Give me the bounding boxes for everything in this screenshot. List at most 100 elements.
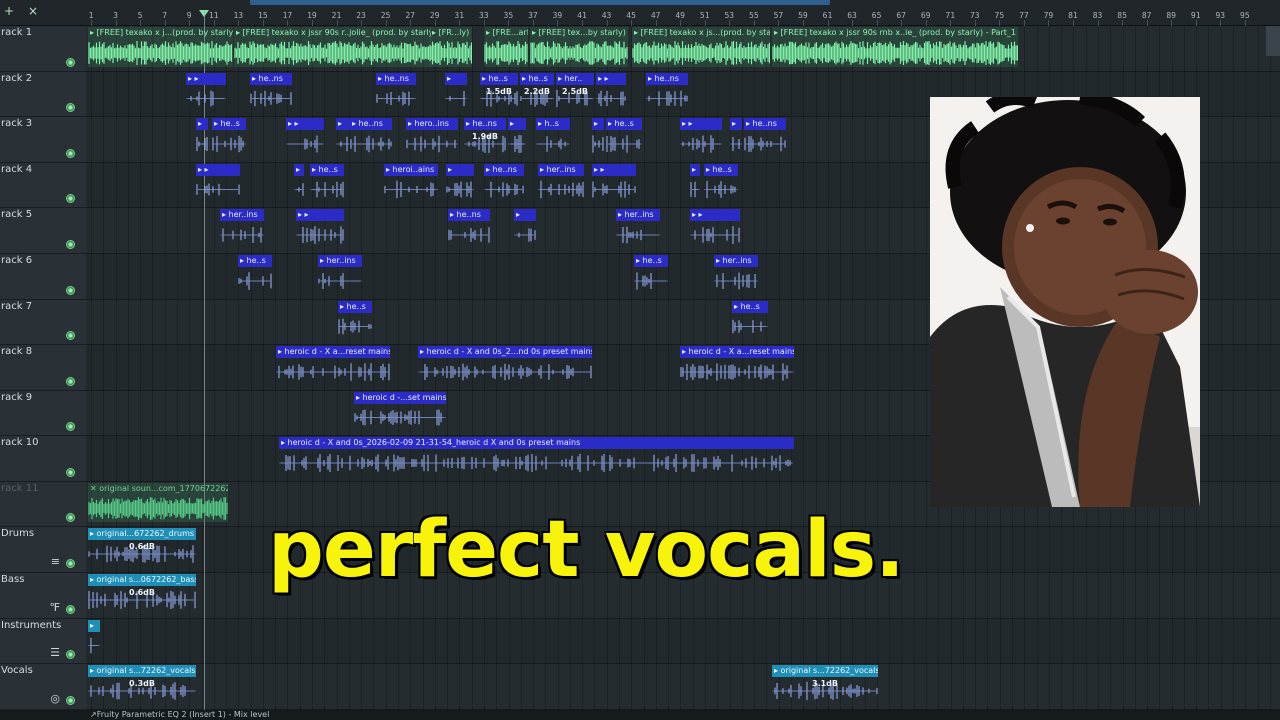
track-header[interactable]: rack 3: [0, 117, 86, 163]
audio-clip[interactable]: ✕ original soun...com_1770672262: [88, 483, 228, 522]
bass-clef-icon[interactable]: ℉: [50, 601, 60, 614]
clip-label[interactable]: ▸ [FREE] texako x js...(prod. by starly): [632, 27, 770, 39]
audio-clip[interactable]: ▸ he..ns: [646, 73, 688, 112]
audio-clip[interactable]: ▸ ▸: [286, 118, 324, 158]
clip-label[interactable]: ▸ her..ins: [616, 209, 660, 221]
clip-label[interactable]: ▸: [446, 164, 474, 176]
audio-clip[interactable]: ▸ ▸: [296, 209, 344, 249]
clip-label[interactable]: ▸: [294, 164, 304, 176]
audio-clip[interactable]: ▸ he..s: [634, 255, 668, 295]
audio-clip[interactable]: ▸ her..ins: [538, 164, 584, 203]
audio-clip[interactable]: ▸ [FREE] texako x jssr 90s rnb x..ie_ (p…: [772, 27, 1018, 67]
clip-label[interactable]: ▸ he..ns: [376, 73, 416, 85]
clip-label[interactable]: ▸: [508, 118, 526, 130]
clip-label[interactable]: ▸ hero..ins: [406, 118, 458, 130]
track-name[interactable]: rack 9: [1, 392, 32, 403]
clip-label[interactable]: ▸ heroi..ains: [384, 164, 438, 176]
track-name[interactable]: Bass: [1, 574, 24, 585]
audio-clip[interactable]: ▸ [FRE...arly): [484, 27, 528, 67]
audio-clip[interactable]: ▸: [508, 118, 526, 158]
track-name[interactable]: rack 11: [1, 483, 38, 494]
track-name[interactable]: rack 7: [1, 301, 32, 312]
track-mute-led[interactable]: [66, 422, 75, 431]
clip-label[interactable]: ▸ ▸: [286, 118, 324, 130]
clip-label[interactable]: ✕ original soun...com_1770672262: [88, 483, 228, 495]
track-mute-led[interactable]: [66, 559, 75, 568]
clip-label[interactable]: ▸ heroic d - X a...reset mains: [276, 346, 390, 358]
audio-clip[interactable]: ▸ ▸: [690, 209, 740, 249]
audio-clip[interactable]: ▸ ▸: [186, 73, 226, 112]
clip-label[interactable]: ▸ [FREE] texako x jssr 90s r..jolie_ (pr…: [234, 27, 431, 39]
track-mute-led[interactable]: [66, 468, 75, 477]
audio-clip[interactable]: ▸ original s...72262_vocals 0.3dB: [88, 665, 196, 705]
audio-clip[interactable]: ▸ he..ns: [484, 164, 524, 203]
audio-clip[interactable]: ▸ [FREE] texako x jssr 90s r..jolie_ (pr…: [234, 27, 431, 67]
timeline-ruler[interactable]: + × 1 3 5 7 9 11 13 15 17 19 21 23 25 27 29 31 33 35 37 39 4…: [0, 0, 1280, 26]
track-mute-led[interactable]: [66, 194, 75, 203]
track-mute-led[interactable]: [66, 149, 75, 158]
clip-label[interactable]: ▸ her..ins: [220, 209, 264, 221]
audio-clip[interactable]: ▸ ▸: [592, 164, 636, 203]
clip-label[interactable]: ▸ he..ns: [448, 209, 490, 221]
clip-label[interactable]: ▸ he..s: [480, 73, 518, 85]
close-icon[interactable]: ×: [28, 4, 38, 18]
audio-clip[interactable]: ▸ original s...0672262_bass 0.6dB: [88, 574, 196, 614]
clip-label[interactable]: ▸: [196, 118, 208, 130]
audio-clip[interactable]: ▸ h..s: [536, 118, 570, 158]
audio-clip[interactable]: ▸: [196, 118, 208, 158]
audio-clip[interactable]: ▸ he..s: [704, 164, 738, 203]
clip-label[interactable]: ▸: [690, 164, 700, 176]
clip-label[interactable]: ▸ he..s: [606, 118, 642, 130]
clip-label[interactable]: ▸ he..s: [634, 255, 668, 267]
audio-clip[interactable]: ▸: [690, 164, 700, 203]
drum-icon[interactable]: ≡: [51, 555, 60, 568]
clip-label[interactable]: ▸ ▸: [596, 73, 626, 85]
audio-clip[interactable]: ▸ he..s: [238, 255, 272, 295]
track-mute-led[interactable]: [66, 240, 75, 249]
audio-clip[interactable]: ▸: [514, 209, 536, 249]
audio-clip[interactable]: ▸ her..ins: [220, 209, 264, 249]
clip-label[interactable]: ▸: [592, 118, 604, 130]
clip-label[interactable]: ▸ he..s: [520, 73, 554, 85]
clip-label[interactable]: ▸ he..ns: [744, 118, 786, 130]
audio-clip[interactable]: ▸ her..ins: [714, 255, 758, 295]
clip-label[interactable]: ▸ ▸: [690, 209, 740, 221]
track-mute-led[interactable]: [66, 331, 75, 340]
track-header[interactable]: rack 1: [0, 26, 86, 72]
clip-label[interactable]: ▸: [336, 118, 350, 130]
clip-label[interactable]: ▸ he..s: [212, 118, 246, 130]
track-header[interactable]: rack 7: [0, 300, 86, 345]
audio-clip[interactable]: ▸ heroic d - X a...reset mains: [276, 346, 390, 386]
audio-clip[interactable]: ▸ her..ins: [616, 209, 660, 249]
track-name[interactable]: rack 1: [1, 27, 32, 38]
track-mute-led[interactable]: [66, 605, 75, 614]
audio-clip[interactable]: ▸ heroi..ains: [384, 164, 438, 203]
track-name[interactable]: Instruments: [1, 620, 61, 631]
audio-clip[interactable]: ▸ ▸: [596, 73, 626, 112]
clip-label[interactable]: ▸: [514, 209, 536, 221]
clip-label[interactable]: ▸ he..ns: [350, 118, 392, 130]
clip-label[interactable]: ▸ original s...72262_vocals: [88, 665, 196, 677]
clip-label[interactable]: ▸ ▸: [296, 209, 344, 221]
audio-clip[interactable]: ▸ ▸: [196, 164, 240, 203]
audio-clip[interactable]: ▸: [294, 164, 304, 203]
clip-label[interactable]: ▸ [FRE...arly): [484, 27, 528, 39]
audio-clip[interactable]: ▸ [FREE] texako x js...(prod. by starly): [632, 27, 770, 67]
audio-clip[interactable]: ▸ he..ns: [744, 118, 786, 158]
clip-label[interactable]: ▸ he..s: [238, 255, 272, 267]
audio-clip[interactable]: ▸ he..s: [310, 164, 344, 203]
track-header[interactable]: rack 5: [0, 208, 86, 254]
track-header[interactable]: Bass ℉: [0, 573, 86, 619]
track-mute-led[interactable]: [66, 650, 75, 659]
clip-label[interactable]: ▸ he..ns: [484, 164, 524, 176]
track-mute-led[interactable]: [66, 377, 75, 386]
clip-label[interactable]: ▸ he..s: [732, 301, 768, 313]
clip-label[interactable]: ▸ h..s: [536, 118, 570, 130]
track-header[interactable]: Vocals ◎: [0, 664, 86, 710]
audio-clip[interactable]: ▸ he..s: [212, 118, 246, 158]
track-name[interactable]: rack 8: [1, 346, 32, 357]
audio-clip[interactable]: ▸: [446, 164, 474, 203]
track-name[interactable]: Drums: [1, 528, 34, 539]
track-name[interactable]: rack 3: [1, 118, 32, 129]
clip-label[interactable]: ▸ heroic d - X and 0s_2026-02-09 21-31-5…: [279, 437, 794, 449]
